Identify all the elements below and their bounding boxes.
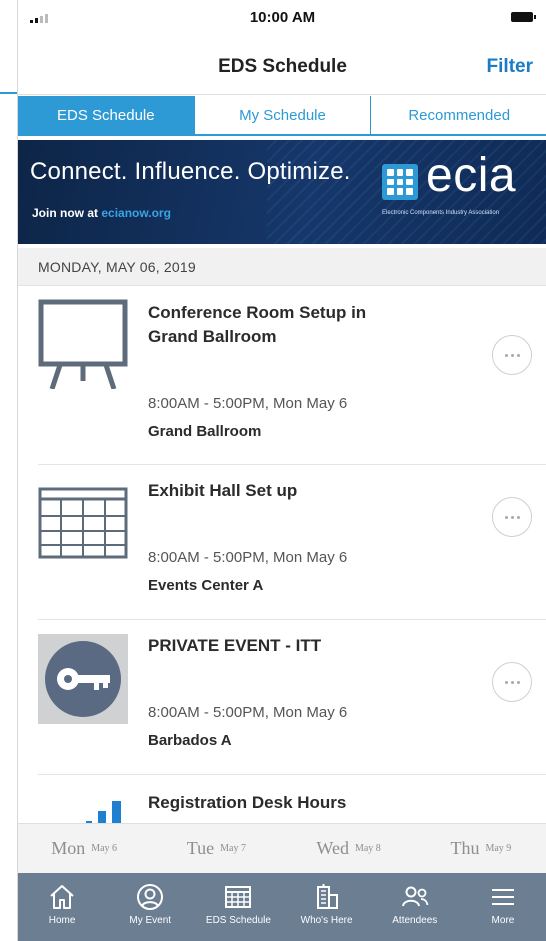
day-name: Mon (51, 838, 86, 858)
tabbar-whos-here[interactable]: Who's Here (283, 873, 371, 941)
ecia-logo-subtitle: Electronic Components Industry Associati… (382, 210, 500, 216)
date-header-label: MONDAY, MAY 06, 2019 (38, 259, 196, 275)
tabbar-my-event[interactable]: My Event (106, 873, 194, 941)
day-date: May 8 (354, 843, 381, 854)
event-title: Registration Desk Hours (148, 793, 347, 812)
event-title: PRIVATE EVENT - ITT (148, 636, 322, 655)
tabbar-label: EDS Schedule (205, 915, 271, 926)
tab-recommended[interactable]: Recommended (371, 96, 546, 134)
event-list: Conference Room Setup in Grand Ballroom … (18, 287, 546, 823)
day-tab-thu[interactable]: Thu May 9 (415, 824, 546, 873)
tab-eds-schedule[interactable]: EDS Schedule (18, 96, 195, 134)
banner-headline: Connect. Influence. Optimize. (30, 158, 351, 185)
tabbar-eds-schedule[interactable]: EDS Schedule (194, 873, 282, 941)
day-name: Wed (316, 838, 349, 858)
event-title: Conference Room Setup in Grand Ballroom (148, 303, 367, 346)
status-bar: 10:00 AM (18, 0, 546, 40)
status-time: 10:00 AM (249, 9, 316, 26)
more-options-button[interactable] (492, 335, 532, 375)
key-icon (38, 634, 128, 724)
menu-icon (491, 889, 514, 905)
tabbar-home[interactable]: Home (18, 873, 106, 941)
date-section-header: MONDAY, MAY 06, 2019 (18, 248, 546, 286)
sponsor-banner[interactable]: Connect. Influence. Optimize. Join now a… (18, 140, 546, 244)
tab-my-schedule[interactable]: My Schedule (194, 96, 372, 134)
tabbar-label: Attendees (392, 915, 438, 926)
day-tab-tue[interactable]: Tue May 7 (150, 824, 282, 873)
event-location: Barbados A (148, 732, 232, 749)
banner-join-text: Join now at ecianow.org (32, 206, 171, 220)
page-edge-line (0, 92, 18, 94)
event-item[interactable]: Registration Desk Hours (18, 775, 546, 823)
event-title: Exhibit Hall Set up (148, 481, 298, 500)
day-date: May 6 (91, 843, 118, 854)
ecia-logo-text: ecia (426, 149, 517, 202)
bar-chart-icon (38, 789, 128, 823)
people-icon (401, 886, 429, 907)
phone-screen: 10:00 AM EDS Schedule Filter EDS Schedul… (17, 0, 546, 941)
tabbar-label: More (491, 915, 515, 926)
event-location: Grand Ballroom (148, 423, 262, 440)
banner-join-url: ecianow.org (101, 206, 171, 220)
person-circle-icon (137, 884, 164, 910)
more-options-button[interactable] (492, 662, 532, 702)
day-tab-wed[interactable]: Wed May 8 (283, 824, 415, 873)
day-name: Thu (450, 838, 480, 858)
event-time: 8:00AM - 5:00PM, Mon May 6 (148, 395, 348, 412)
event-location: Events Center A (148, 577, 264, 594)
day-date: May 7 (220, 843, 246, 854)
day-name: Tue (186, 838, 215, 858)
ecia-logo-icon (382, 164, 418, 200)
event-item[interactable]: Conference Room Setup in Grand Ballroom … (18, 287, 546, 465)
event-time: 8:00AM - 5:00PM, Mon May 6 (148, 704, 348, 721)
tabbar-label: Home (48, 915, 76, 926)
day-selector: Mon May 6 Tue May 7 Wed May 8 Thu May 9 (18, 823, 546, 873)
tabbar-label: Who's Here (300, 915, 353, 926)
event-time: 8:00AM - 5:00PM, Mon May 6 (148, 549, 348, 566)
event-item[interactable]: PRIVATE EVENT - ITT 8:00AM - 5:00PM, Mon… (18, 620, 546, 775)
home-icon (50, 885, 74, 909)
event-item[interactable]: Exhibit Hall Set up 8:00AM - 5:00PM, Mon… (18, 465, 546, 620)
banner-join-prefix: Join now at (32, 206, 102, 220)
more-options-button[interactable] (492, 497, 532, 537)
day-tab-mon[interactable]: Mon May 6 (18, 824, 150, 873)
calendar-grid-icon (38, 487, 128, 577)
tabbar-more[interactable]: More (459, 873, 546, 941)
calendar-icon (225, 886, 252, 908)
schedule-tabs: EDS Schedule My Schedule Recommended (18, 96, 546, 136)
tabbar-attendees[interactable]: Attendees (371, 873, 459, 941)
battery-icon (511, 12, 536, 22)
easel-icon (38, 299, 128, 390)
page-title: EDS Schedule (218, 56, 347, 77)
nav-bar: EDS Schedule Filter (18, 40, 546, 95)
day-date: May 9 (485, 843, 512, 854)
tabbar-label: My Event (129, 915, 172, 926)
building-icon (316, 884, 338, 909)
filter-button[interactable]: Filter (487, 56, 533, 78)
bottom-tab-bar: Home My Event EDS Schedule Who's Here At… (18, 873, 546, 941)
